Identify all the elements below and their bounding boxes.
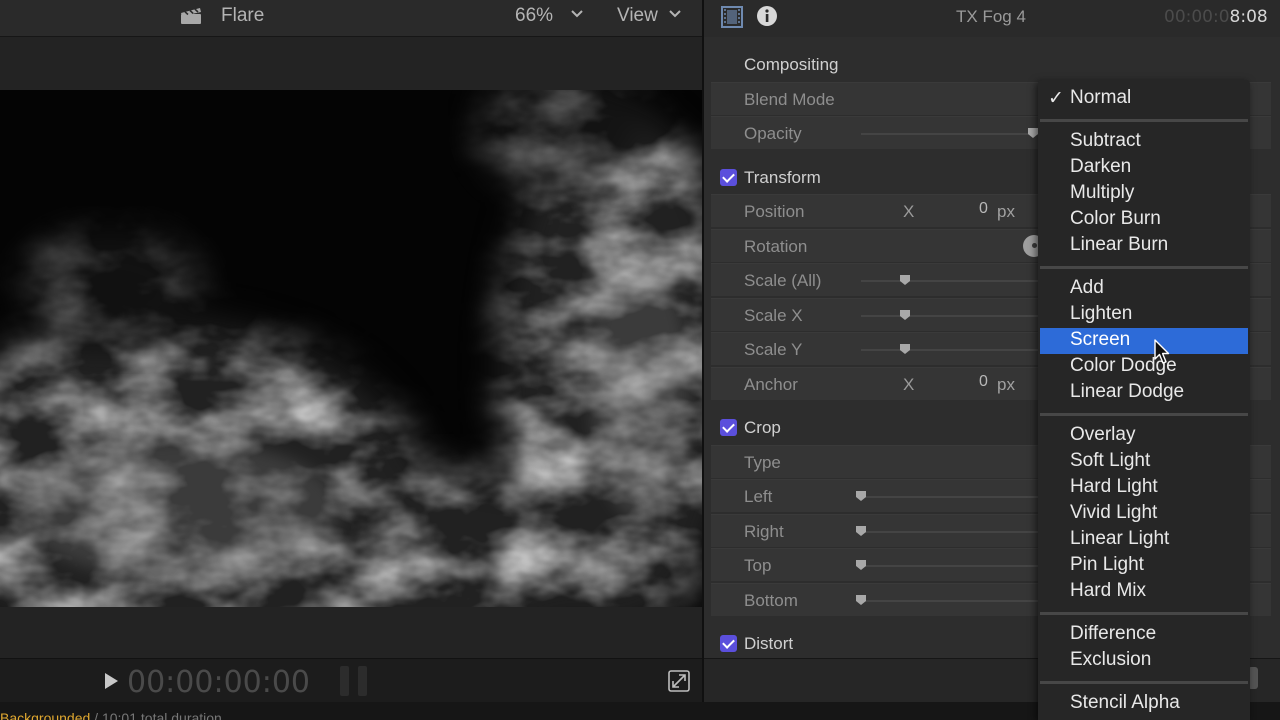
unit-label: px <box>997 375 1015 394</box>
crop-checkbox[interactable] <box>720 419 737 436</box>
slider-knob[interactable] <box>899 309 911 321</box>
menu-item-normal[interactable]: ✓ Normal <box>1040 86 1248 112</box>
menu-item-multiply[interactable]: Multiply <box>1040 181 1248 207</box>
anchor-x-field[interactable]: 0 <box>979 373 988 391</box>
section-title: Crop <box>744 418 781 437</box>
viewer-toolbar: Flare 66% View <box>0 0 702 37</box>
menu-item-add[interactable]: Add <box>1040 276 1248 302</box>
param-label: Bottom <box>744 591 798 610</box>
chevron-down-icon[interactable] <box>669 9 681 19</box>
chevron-down-icon[interactable] <box>571 9 583 19</box>
param-label: Scale Y <box>744 340 803 359</box>
menu-item-difference[interactable]: Difference <box>1040 622 1248 648</box>
opacity-slider[interactable] <box>861 133 1041 135</box>
crop-top-slider[interactable] <box>861 565 1041 567</box>
blend-mode-dropdown: ✓ Normal Subtract Darken Multiply Color … <box>1038 80 1250 720</box>
slider-knob[interactable] <box>855 525 867 537</box>
inspector-header: TX Fog 4 00:00:08:08 <box>704 0 1280 37</box>
menu-item-screen[interactable]: Screen <box>1040 328 1248 354</box>
menu-item-overlay[interactable]: Overlay <box>1040 423 1248 449</box>
param-label: Position <box>744 202 805 221</box>
zoom-level-menu[interactable]: 66% <box>515 5 553 27</box>
menu-item-lighten[interactable]: Lighten <box>1040 302 1248 328</box>
view-menu-button[interactable]: View <box>617 5 658 27</box>
distort-checkbox[interactable] <box>720 635 737 652</box>
video-canvas[interactable] <box>0 90 702 607</box>
menu-item-pin-light[interactable]: Pin Light <box>1040 553 1248 579</box>
menu-separator <box>1040 119 1248 122</box>
menu-item-vivid-light[interactable]: Vivid Light <box>1040 501 1248 527</box>
viewer-panel: Flare 66% View 00:00:00:00 <box>0 0 702 720</box>
menu-separator <box>1040 681 1248 684</box>
clip-name: TX Fog 4 <box>956 7 1026 26</box>
menu-item-hard-light[interactable]: Hard Light <box>1040 475 1248 501</box>
menu-item-exclusion[interactable]: Exclusion <box>1040 648 1248 674</box>
viewer-title: Flare <box>221 5 265 26</box>
scale-all-slider[interactable] <box>861 280 1041 282</box>
unit-label: px <box>997 202 1015 221</box>
axis-label: X <box>903 375 915 394</box>
timecode-display: 00:00:00:00 <box>127 665 311 700</box>
menu-item-darken[interactable]: Darken <box>1040 155 1248 181</box>
slider-knob[interactable] <box>855 490 867 502</box>
menu-item-hard-mix[interactable]: Hard Mix <box>1040 579 1248 605</box>
menu-separator <box>1040 612 1248 615</box>
section-title: Compositing <box>744 55 839 74</box>
param-label: Top <box>744 556 772 575</box>
menu-item-subtract[interactable]: Subtract <box>1040 129 1248 155</box>
param-label: Blend Mode <box>744 90 835 109</box>
status-text: Backgrounded / 10:01 total duration <box>0 710 222 720</box>
clip-duration: 00:00:08:08 <box>1164 7 1268 27</box>
play-icon[interactable] <box>103 672 119 690</box>
scale-y-slider[interactable] <box>861 349 1041 351</box>
menu-item-stencil-alpha[interactable]: Stencil Alpha <box>1040 691 1248 717</box>
param-label: Scale X <box>744 306 803 325</box>
info-icon[interactable] <box>756 5 778 27</box>
menu-separator <box>1040 266 1248 269</box>
smoke-footage-image <box>0 90 702 607</box>
crop-left-slider[interactable] <box>861 496 1041 498</box>
menu-item-linear-light[interactable]: Linear Light <box>1040 527 1248 553</box>
playback-bar: 00:00:00:00 <box>0 658 702 702</box>
menu-item-color-burn[interactable]: Color Burn <box>1040 207 1248 233</box>
slider-knob[interactable] <box>855 559 867 571</box>
scale-x-slider[interactable] <box>861 315 1041 317</box>
clapperboard-icon <box>181 8 201 24</box>
slider-knob[interactable] <box>855 594 867 606</box>
checkmark-icon: ✓ <box>1048 88 1064 109</box>
param-label: Left <box>744 487 773 506</box>
param-label: Opacity <box>744 124 802 143</box>
menu-item-linear-burn[interactable]: Linear Burn <box>1040 233 1248 259</box>
param-label: Type <box>744 453 781 472</box>
crop-bottom-slider[interactable] <box>861 600 1041 602</box>
slider-knob[interactable] <box>899 343 911 355</box>
film-strip-icon[interactable] <box>720 5 744 29</box>
transform-checkbox[interactable] <box>720 169 737 186</box>
pause-icon <box>340 666 367 696</box>
menu-item-linear-dodge[interactable]: Linear Dodge <box>1040 380 1248 406</box>
param-label: Right <box>744 522 784 541</box>
menu-item-color-dodge[interactable]: Color Dodge <box>1040 354 1248 380</box>
position-x-field[interactable]: 0 <box>979 200 988 218</box>
section-title: Distort <box>744 634 794 653</box>
param-label: Rotation <box>744 237 808 256</box>
param-label: Anchor <box>744 375 798 394</box>
menu-separator <box>1040 413 1248 416</box>
section-title: Transform <box>744 168 821 187</box>
menu-item-soft-light[interactable]: Soft Light <box>1040 449 1248 475</box>
axis-label: X <box>903 202 915 221</box>
crop-right-slider[interactable] <box>861 531 1041 533</box>
slider-knob[interactable] <box>899 274 911 286</box>
fullscreen-icon[interactable] <box>668 670 690 692</box>
param-label: Scale (All) <box>744 271 822 290</box>
mouse-pointer-icon <box>1154 339 1170 364</box>
